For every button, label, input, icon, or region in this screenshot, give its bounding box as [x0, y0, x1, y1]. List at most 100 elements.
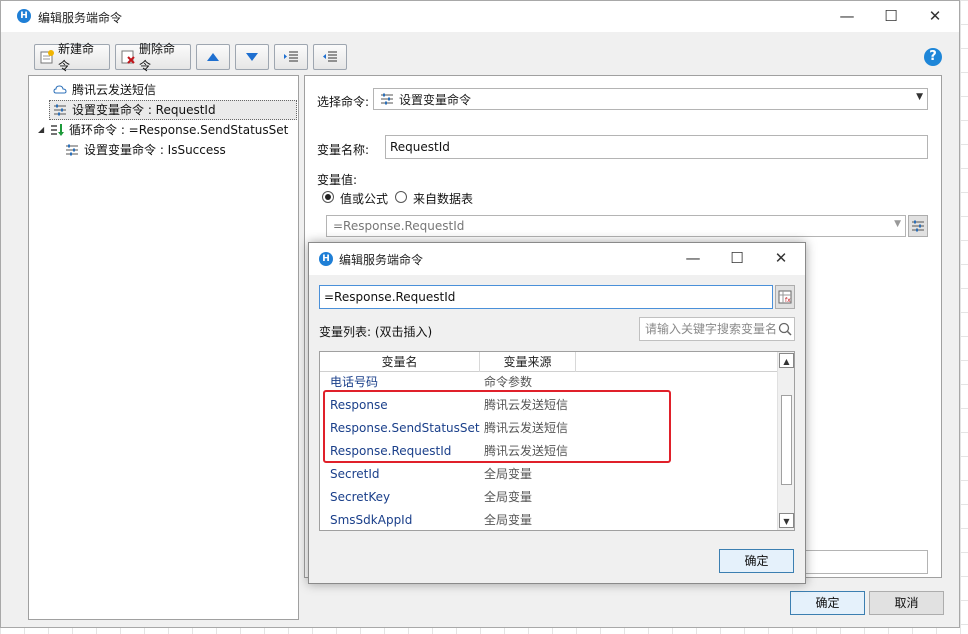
- cloud-icon: [53, 83, 67, 97]
- var-name-cell: 电话号码: [330, 375, 379, 389]
- var-name-label: 变量名称:: [317, 143, 370, 157]
- new-command-icon: [39, 49, 55, 65]
- grid-header: 变量名 变量来源: [320, 352, 778, 372]
- expander-icon[interactable]: ◢: [38, 120, 50, 140]
- app-logo-icon: H: [319, 252, 333, 266]
- loop-icon: [50, 123, 64, 137]
- tree-item-sms[interactable]: 腾讯云发送短信: [53, 80, 156, 100]
- radio-formula[interactable]: [322, 191, 334, 203]
- formula-editor-button[interactable]: [908, 215, 928, 237]
- scroll-down-icon[interactable]: ▼: [779, 513, 794, 528]
- minimize-icon[interactable]: —: [825, 1, 869, 31]
- indent-icon: [284, 51, 298, 62]
- var-name-cell: SmsSdkAppId: [330, 513, 413, 527]
- arrow-up-icon: [207, 53, 219, 61]
- delete-command-button[interactable]: 删除命令: [115, 42, 191, 73]
- var-source-cell: 腾讯云发送短信: [484, 444, 569, 458]
- dialog-titlebar: H 编辑服务端命令 — ☐ ✕: [309, 243, 805, 275]
- maximize-icon[interactable]: ☐: [869, 1, 913, 31]
- settings-sliders-icon: [53, 103, 67, 117]
- minimize-icon[interactable]: —: [671, 243, 715, 273]
- var-name-cell: Response.RequestId: [330, 444, 452, 458]
- var-source-cell: 全局变量: [484, 513, 533, 527]
- function-picker-button[interactable]: fx: [775, 285, 795, 309]
- var-name-input[interactable]: RequestId: [385, 135, 928, 159]
- var-name-cell: Response: [330, 398, 388, 412]
- select-command-dropdown[interactable]: 设置变量命令 ▼: [373, 88, 928, 110]
- table-row[interactable]: SecretKey 全局变量: [320, 486, 778, 509]
- var-value-label: 变量值:: [317, 173, 358, 187]
- tree-item-label: 腾讯云发送短信: [72, 83, 157, 97]
- settings-sliders-icon: [380, 92, 394, 106]
- radio-formula-label: 值或公式: [340, 192, 389, 206]
- outdent-icon: [323, 51, 337, 62]
- col-header-name[interactable]: 变量名: [320, 352, 480, 372]
- ok-button[interactable]: 确定: [790, 591, 865, 615]
- new-command-label: 新建命令: [58, 42, 95, 73]
- radio-datatable[interactable]: [395, 191, 407, 203]
- outdent-button[interactable]: [313, 44, 347, 70]
- maximize-icon[interactable]: ☐: [715, 243, 759, 273]
- move-up-button[interactable]: [196, 44, 230, 70]
- delete-command-label: 删除命令: [139, 42, 176, 73]
- close-icon[interactable]: ✕: [759, 243, 803, 273]
- function-table-icon: fx: [778, 290, 792, 304]
- tree-item-set-requestid[interactable]: 设置变量命令 : RequestId: [49, 100, 297, 120]
- var-source-cell: 全局变量: [484, 490, 533, 504]
- var-search-input[interactable]: 请输入关键字搜索变量名: [639, 317, 795, 341]
- tree-item-set-issuccess[interactable]: 设置变量命令 : IsSuccess: [65, 140, 226, 160]
- grid-scrollbar[interactable]: ▲ ▼: [777, 352, 794, 530]
- variable-grid: 变量名 变量来源 电话号码 命令参数 Response 腾讯云发送短信 Resp…: [319, 351, 795, 531]
- select-command-label: 选择命令:: [317, 95, 370, 109]
- table-row[interactable]: 电话号码 命令参数: [320, 371, 778, 394]
- search-icon: [778, 322, 792, 336]
- window-title: 编辑服务端命令: [38, 11, 123, 25]
- tree-item-loop[interactable]: ◢ 循环命令 : =Response.SendStatusSet: [38, 120, 288, 140]
- radio-datatable-label: 来自数据表: [413, 192, 474, 206]
- new-command-button[interactable]: 新建命令: [34, 42, 110, 73]
- settings-sliders-icon: [912, 220, 924, 232]
- table-row[interactable]: Response.SendStatusSet 腾讯云发送短信: [320, 417, 778, 440]
- scroll-up-icon[interactable]: ▲: [779, 353, 794, 368]
- indent-button[interactable]: [274, 44, 308, 70]
- var-source-cell: 命令参数: [484, 375, 533, 389]
- delete-command-icon: [120, 49, 136, 65]
- arrow-down-icon: [246, 53, 258, 61]
- settings-sliders-icon: [65, 143, 79, 157]
- app-logo-icon: H: [17, 9, 31, 23]
- var-source-cell: 腾讯云发送短信: [484, 421, 569, 435]
- formula-dialog: H 编辑服务端命令 — ☐ ✕ =Response.RequestId fx 变…: [308, 242, 806, 584]
- var-source-cell: 全局变量: [484, 467, 533, 481]
- chevron-down-icon: ▼: [894, 219, 901, 229]
- var-name-cell: Response.SendStatusSet: [330, 421, 480, 435]
- help-icon[interactable]: ?: [924, 48, 942, 66]
- table-row[interactable]: Response.RequestId 腾讯云发送短信: [320, 440, 778, 463]
- var-name-cell: SecretId: [330, 467, 380, 481]
- formula-input[interactable]: =Response.RequestId: [319, 285, 773, 309]
- svg-text:fx: fx: [785, 297, 791, 304]
- chevron-down-icon: ▼: [916, 92, 923, 102]
- col-header-source[interactable]: 变量来源: [480, 352, 576, 372]
- table-row[interactable]: SecretId 全局变量: [320, 463, 778, 486]
- select-command-value: 设置变量命令: [399, 92, 472, 107]
- move-down-button[interactable]: [235, 44, 269, 70]
- command-tree: 腾讯云发送短信 设置变量命令 : RequestId ◢ 循环命令 : =Res…: [28, 75, 299, 620]
- tree-item-label: 设置变量命令 : RequestId: [72, 103, 216, 117]
- tree-item-label: 循环命令 : =Response.SendStatusSet: [69, 123, 289, 137]
- scroll-thumb[interactable]: [781, 395, 792, 485]
- tree-item-label: 设置变量命令 : IsSuccess: [84, 143, 226, 157]
- search-placeholder: 请输入关键字搜索变量名: [645, 322, 778, 336]
- hidden-input-field[interactable]: [805, 550, 928, 574]
- cancel-button[interactable]: 取消: [869, 591, 944, 615]
- dialog-ok-button[interactable]: 确定: [719, 549, 794, 573]
- var-name-cell: SecretKey: [330, 490, 391, 504]
- formula-value: =Response.RequestId: [333, 219, 465, 233]
- main-titlebar: H 编辑服务端命令 — ☐ ✕: [1, 1, 959, 32]
- formula-combobox[interactable]: =Response.RequestId ▼: [326, 215, 906, 237]
- table-row[interactable]: Response 腾讯云发送短信: [320, 394, 778, 417]
- var-list-label: 变量列表: (双击插入): [319, 325, 433, 339]
- dialog-title: 编辑服务端命令: [339, 253, 424, 267]
- close-icon[interactable]: ✕: [913, 1, 957, 31]
- table-row[interactable]: SmsSdkAppId 全局变量: [320, 509, 778, 530]
- var-source-cell: 腾讯云发送短信: [484, 398, 569, 412]
